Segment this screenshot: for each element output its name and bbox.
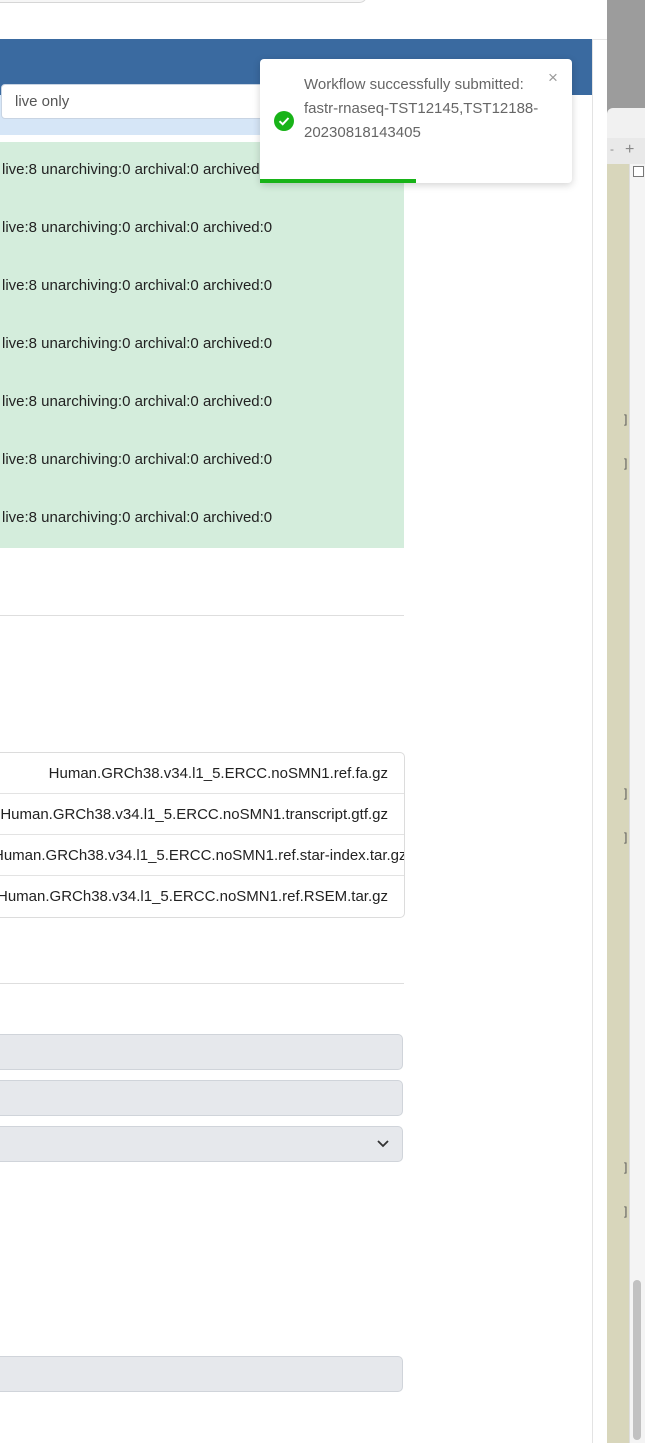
text-input[interactable] [0, 1034, 403, 1070]
reference-file-row: Human.GRCh38.v34.l1_5.ERCC.noSMN1.transc… [0, 794, 404, 835]
reference-files-table: Human.GRCh38.v34.l1_5.ERCC.noSMN1.ref.fa… [0, 752, 405, 918]
section-divider [0, 615, 404, 616]
bracket-mark: ] [624, 1160, 628, 1174]
archive-filter-select[interactable]: live only [1, 84, 291, 119]
status-row: live:8 unarchiving:0 archival:0 archived… [2, 509, 273, 526]
bracket-mark: ] [624, 412, 628, 426]
toast-progress-bar [260, 179, 416, 183]
menu-icon[interactable] [633, 166, 644, 177]
side-window-tabbar: - + [607, 138, 645, 165]
chevron-down-icon [377, 1140, 389, 1148]
reference-file-row: Human.GRCh38.v34.l1_5.ERCC.noSMN1.ref.st… [0, 835, 404, 876]
close-icon[interactable]: × [548, 68, 558, 88]
status-row: live:8 unarchiving:0 archival:0 archived… [2, 393, 273, 410]
toast-message: Workflow successfully submitted: fastr-r… [304, 76, 539, 141]
side-window-titlebar [607, 108, 645, 138]
panel-border [592, 40, 593, 1443]
bracket-mark: ] [624, 1204, 628, 1218]
address-bar[interactable] [0, 0, 367, 3]
status-row: live:8 unarchiving:0 archival:0 archived… [2, 161, 273, 178]
check-circle-icon [274, 111, 294, 131]
scrollbar-thumb[interactable] [633, 1280, 641, 1440]
section-divider [0, 983, 404, 984]
status-row: live:8 unarchiving:0 archival:0 archived… [2, 277, 273, 294]
add-tab-icon[interactable]: + [625, 141, 634, 159]
status-row: live:8 unarchiving:0 archival:0 archived… [2, 219, 273, 236]
text-input[interactable] [0, 1356, 403, 1392]
success-toast: Workflow successfully submitted: fastr-r… [260, 59, 572, 183]
more-icon[interactable]: - [610, 142, 614, 156]
text-input[interactable] [0, 1080, 403, 1116]
reference-file-row: Human.GRCh38.v34.l1_5.ERCC.noSMN1.ref.RS… [0, 888, 388, 905]
top-window-strip [0, 0, 607, 40]
status-row: live:8 unarchiving:0 archival:0 archived… [2, 451, 273, 468]
side-window-content [607, 164, 629, 1443]
run-status-list: live:8 unarchiving:0 archival:0 archived… [0, 142, 404, 548]
bracket-mark: ] [624, 456, 628, 470]
reference-file-row: Human.GRCh38.v34.l1_5.ERCC.noSMN1.ref.fa… [0, 753, 404, 794]
bracket-mark: ] [624, 786, 628, 800]
scrollbar[interactable] [629, 164, 645, 1443]
bracket-mark: ] [624, 830, 628, 844]
dropdown-select[interactable] [0, 1126, 403, 1162]
status-row: live:8 unarchiving:0 archival:0 archived… [2, 335, 273, 352]
